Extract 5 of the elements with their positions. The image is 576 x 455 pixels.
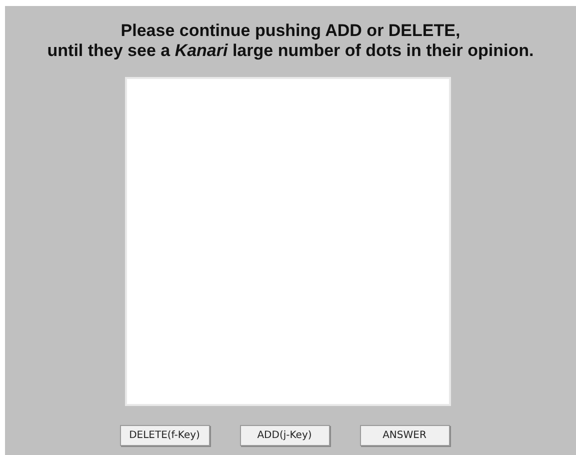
response-button[interactable]: DELETE(f-Key) xyxy=(120,425,210,446)
instruction-text: Please continue pushing ADD or DELETE, xyxy=(120,21,460,41)
instruction-text: until they see a Kanari large number of dots in their opinion. xyxy=(47,41,534,61)
response-button[interactable]: ADD(j-Key) xyxy=(240,425,330,446)
response-button[interactable]: ANSWER xyxy=(360,425,450,446)
